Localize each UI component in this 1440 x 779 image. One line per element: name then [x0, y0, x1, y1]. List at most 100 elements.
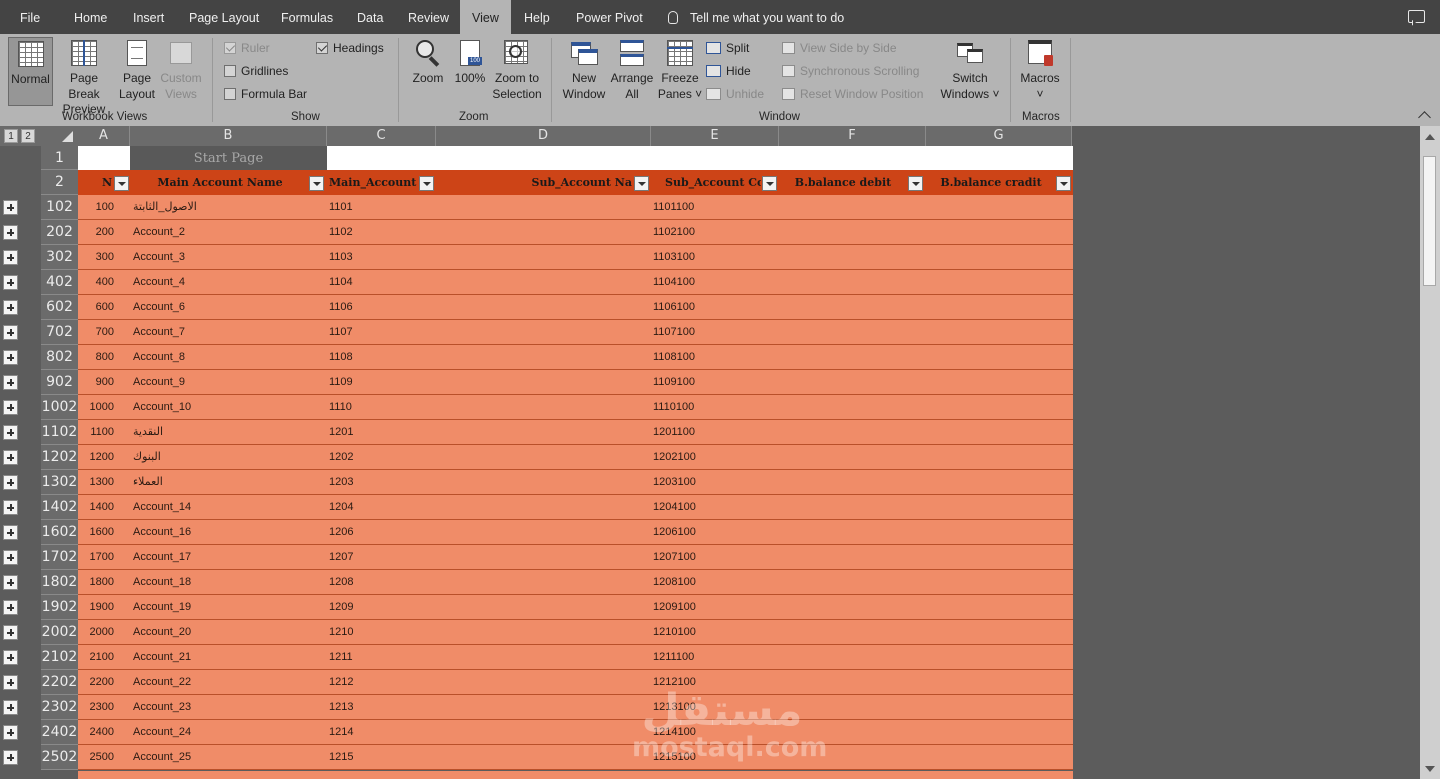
- cell-n[interactable]: 1200: [78, 445, 114, 469]
- cell-main-account-name[interactable]: Account_14: [133, 495, 313, 519]
- cell-main-account-code[interactable]: 1107: [329, 320, 419, 344]
- arrange-all-button[interactable]: Arrange All: [609, 37, 655, 102]
- cell-n[interactable]: 900: [78, 370, 114, 394]
- cell-n[interactable]: 2100: [78, 645, 114, 669]
- column-header-b[interactable]: B: [130, 126, 327, 146]
- row-header-1[interactable]: 1: [41, 146, 78, 170]
- table-row[interactable]: 300 Account_3 1103 1103100: [78, 245, 1073, 270]
- expand-group-icon[interactable]: [3, 275, 18, 290]
- cell-sub-account-code[interactable]: 1101100: [653, 195, 753, 219]
- zoom-100-button[interactable]: 100 100%: [452, 37, 488, 87]
- table-row[interactable]: 1300 العملاء 1203 1203100: [78, 470, 1073, 495]
- row-header[interactable]: 2202: [41, 670, 78, 695]
- row-header[interactable]: 2302: [41, 695, 78, 720]
- vertical-scrollbar[interactable]: [1420, 126, 1440, 779]
- cell-main-account-name[interactable]: Account_23: [133, 695, 313, 719]
- cell-sub-account-code[interactable]: 1204100: [653, 495, 753, 519]
- cell-main-account-name[interactable]: Account_3: [133, 245, 313, 269]
- expand-group-icon[interactable]: [3, 475, 18, 490]
- cell-sub-account-code[interactable]: 1106100: [653, 295, 753, 319]
- headings-checkbox[interactable]: Headings: [316, 39, 384, 57]
- expand-group-icon[interactable]: [3, 700, 18, 715]
- cell-sub-account-code[interactable]: 1109100: [653, 370, 753, 394]
- cell-main-account-code[interactable]: 1202: [329, 445, 419, 469]
- table-row[interactable]: 700 Account_7 1107 1107100: [78, 320, 1073, 345]
- row-header-2[interactable]: 2: [41, 170, 78, 195]
- cell-sub-account-code[interactable]: 1104100: [653, 270, 753, 294]
- custom-views-button[interactable]: Custom Views: [159, 37, 203, 102]
- cell-main-account-name[interactable]: Account_20: [133, 620, 313, 644]
- cell-main-account-name[interactable]: Account_7: [133, 320, 313, 344]
- column-header-c[interactable]: C: [327, 126, 436, 146]
- tab-formulas[interactable]: Formulas: [279, 0, 335, 34]
- filter-dropdown-icon[interactable]: [114, 176, 129, 191]
- collapse-ribbon-icon[interactable]: [1418, 111, 1431, 124]
- view-side-by-side-button[interactable]: View Side by Side: [782, 39, 897, 57]
- table-row[interactable]: 2100 Account_21 1211 1211100: [78, 645, 1073, 670]
- expand-group-icon[interactable]: [3, 575, 18, 590]
- expand-group-icon[interactable]: [3, 500, 18, 515]
- expand-group-icon[interactable]: [3, 300, 18, 315]
- filter-dropdown-icon[interactable]: [419, 176, 434, 191]
- cell-main-account-code[interactable]: 1211: [329, 645, 419, 669]
- cell-sub-account-code[interactable]: 1110100: [653, 395, 753, 419]
- cell-main-account-code[interactable]: 1209: [329, 595, 419, 619]
- cell-main-account-code[interactable]: 1104: [329, 270, 419, 294]
- cell-main-account-code[interactable]: 1212: [329, 670, 419, 694]
- cell-sub-account-code[interactable]: 1203100: [653, 470, 753, 494]
- table-row[interactable]: 900 Account_9 1109 1109100: [78, 370, 1073, 395]
- cell-sub-account-code[interactable]: 1201100: [653, 420, 753, 444]
- cell-main-account-name[interactable]: Account_10: [133, 395, 313, 419]
- tab-home[interactable]: Home: [72, 0, 109, 34]
- table-row[interactable]: 1700 Account_17 1207 1207100: [78, 545, 1073, 570]
- cell-main-account-name[interactable]: Account_2: [133, 220, 313, 244]
- cell-main-account-code[interactable]: 1215: [329, 745, 419, 769]
- cell-main-account-code[interactable]: 1102: [329, 220, 419, 244]
- cell-n[interactable]: 200: [78, 220, 114, 244]
- cell-sub-account-code[interactable]: 1206100: [653, 520, 753, 544]
- outline-level-2-button[interactable]: 2: [21, 129, 35, 143]
- cell-n[interactable]: 2200: [78, 670, 114, 694]
- table-row[interactable]: 2200 Account_22 1212 1212100: [78, 670, 1073, 695]
- row-header[interactable]: 802: [41, 345, 78, 370]
- cell-sub-account-code[interactable]: 1108100: [653, 345, 753, 369]
- cell-main-account-name[interactable]: Account_21: [133, 645, 313, 669]
- cell-main-account-name[interactable]: Account_17: [133, 545, 313, 569]
- cell-sub-account-code[interactable]: 1107100: [653, 320, 753, 344]
- cell-n[interactable]: 1300: [78, 470, 114, 494]
- expand-group-icon[interactable]: [3, 350, 18, 365]
- table-row[interactable]: 2300 Account_23 1213 1213100: [78, 695, 1073, 720]
- filter-dropdown-icon[interactable]: [309, 176, 324, 191]
- cell-n[interactable]: 1400: [78, 495, 114, 519]
- cell-main-account-name[interactable]: الاصول_الثابتة: [133, 195, 313, 219]
- cell-main-account-name[interactable]: Account_25: [133, 745, 313, 769]
- outline-level-1-button[interactable]: 1: [4, 129, 18, 143]
- row-header[interactable]: 2502: [41, 745, 78, 770]
- cell-main-account-code[interactable]: 1213: [329, 695, 419, 719]
- scroll-up-arrow-icon[interactable]: [1425, 134, 1435, 140]
- expand-group-icon[interactable]: [3, 250, 18, 265]
- cell-main-account-code[interactable]: 1214: [329, 720, 419, 744]
- scrollbar-thumb[interactable]: [1423, 156, 1436, 286]
- column-header-g[interactable]: G: [926, 126, 1072, 146]
- cell-main-account-name[interactable]: Account_6: [133, 295, 313, 319]
- cell-main-account-code[interactable]: 1101: [329, 195, 419, 219]
- row-header[interactable]: 1802: [41, 570, 78, 595]
- column-header-f[interactable]: F: [779, 126, 926, 146]
- cell-main-account-name[interactable]: البنوك: [133, 445, 313, 469]
- cell-sub-account-code[interactable]: 1202100: [653, 445, 753, 469]
- cell-main-account-name[interactable]: Account_9: [133, 370, 313, 394]
- cell-n[interactable]: 800: [78, 345, 114, 369]
- row-header[interactable]: 1602: [41, 520, 78, 545]
- cell-n[interactable]: 1800: [78, 570, 114, 594]
- hide-button[interactable]: Hide: [706, 62, 751, 80]
- table-row[interactable]: 1400 Account_14 1204 1204100: [78, 495, 1073, 520]
- table-row[interactable]: 1100 النقدية 1201 1201100: [78, 420, 1073, 445]
- reset-window-position-button[interactable]: Reset Window Position: [782, 85, 923, 103]
- unhide-button[interactable]: Unhide: [706, 85, 764, 103]
- expand-group-icon[interactable]: [3, 525, 18, 540]
- table-row[interactable]: 400 Account_4 1104 1104100: [78, 270, 1073, 295]
- row-header[interactable]: 2402: [41, 720, 78, 745]
- synchronous-scrolling-button[interactable]: Synchronous Scrolling: [782, 62, 919, 80]
- cell-main-account-code[interactable]: 1206: [329, 520, 419, 544]
